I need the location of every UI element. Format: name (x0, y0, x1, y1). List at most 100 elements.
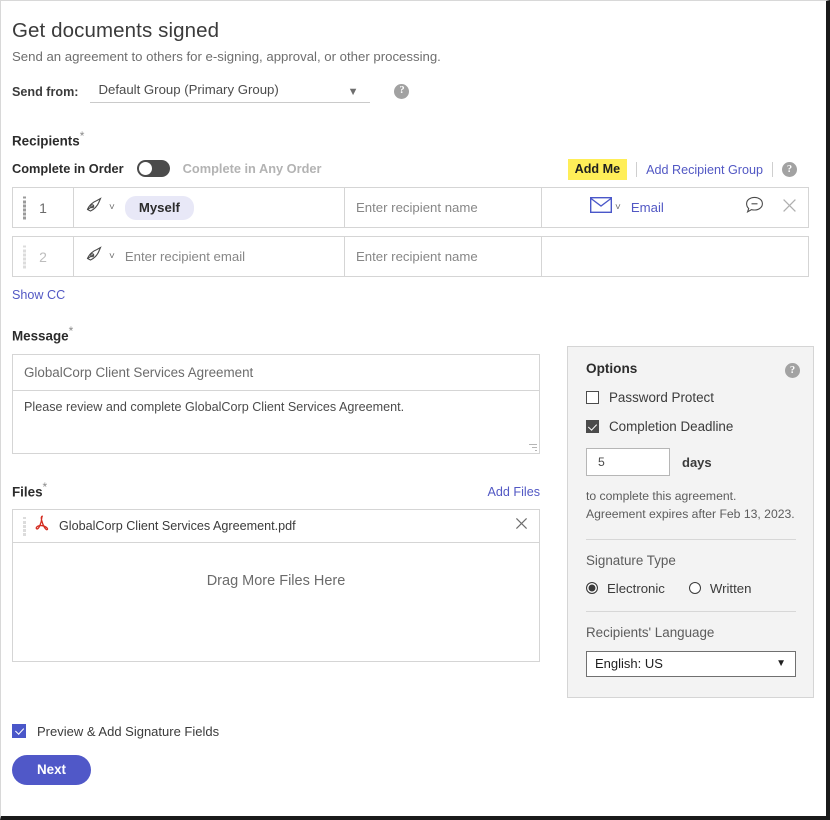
file-drop-zone[interactable]: Drag More Files Here (13, 543, 539, 661)
signature-type-radios: Electronic Written (586, 581, 796, 596)
completion-deadline-label: Completion Deadline (609, 419, 734, 435)
recipient-name-placeholder: Enter recipient name (356, 200, 478, 216)
table-row[interactable]: 1 ˅ Myself Enter recipient name ˅ Email (12, 187, 809, 229)
recipients-language-label: Recipients' Language (586, 624, 715, 640)
recipient-delivery-cell: ˅ Email (542, 188, 808, 227)
recipient-email-cell[interactable]: ˅ Myself (74, 188, 345, 228)
preview-fields-label: Preview & Add Signature Fields (37, 723, 220, 739)
deadline-note: to complete this agreement. Agreement ex… (586, 488, 796, 523)
speech-bubble-icon[interactable] (745, 196, 764, 219)
recipient-order-number: 1 (13, 188, 74, 228)
files-section-label: Files* (12, 480, 47, 499)
recipient-name-input[interactable]: Enter recipient name (345, 237, 542, 277)
show-cc-link[interactable]: Show CC (12, 288, 65, 302)
message-subject-input[interactable]: GlobalCorp Client Services Agreement (13, 355, 539, 391)
recipients-section-label: Recipients* (12, 129, 809, 148)
complete-order-toggle[interactable] (136, 160, 170, 178)
deadline-days-unit: days (682, 454, 712, 470)
add-files-link[interactable]: Add Files (488, 485, 541, 499)
row-number: 1 (39, 199, 47, 216)
left-column: Message* GlobalCorp Client Services Agre… (12, 324, 541, 663)
recipient-name-input[interactable]: Enter recipient name (345, 188, 542, 228)
complete-in-order-label: Complete in Order (12, 161, 124, 177)
send-from-row: Send from: Default Group (Primary Group)… (12, 80, 809, 103)
signature-type-electronic[interactable]: Electronic (586, 581, 665, 596)
signature-pen-icon[interactable] (85, 246, 104, 268)
recipient-email-cell[interactable]: ˅ Enter recipient email (74, 237, 345, 277)
help-icon[interactable]: ? (394, 84, 410, 99)
files-label-text: Files (12, 484, 43, 500)
radio-electronic-label: Electronic (607, 580, 665, 596)
body-columns: Message* GlobalCorp Client Services Agre… (12, 324, 814, 698)
complete-any-order-label: Complete in Any Order (182, 161, 322, 177)
divider (586, 610, 796, 612)
message-box: GlobalCorp Client Services Agreement Ple… (12, 353, 540, 454)
recipient-actions: Add Me Add Recipient Group ? (567, 159, 797, 181)
help-icon[interactable]: ? (785, 363, 800, 379)
message-label-text: Message (12, 328, 69, 344)
deadline-note-line1: to complete this agreement. (586, 489, 737, 504)
message-body-text: Please review and complete GlobalCorp Cl… (24, 399, 405, 414)
toggle-knob (138, 162, 152, 176)
recipient-email-value[interactable]: Myself (124, 195, 194, 220)
close-icon[interactable] (515, 517, 528, 535)
recipient-delivery-cell (542, 237, 808, 276)
completion-deadline-checkbox[interactable] (586, 420, 599, 434)
radio-written-label: Written (709, 580, 752, 596)
required-mark: * (68, 324, 74, 339)
chevron-down-icon[interactable]: ˅ (109, 251, 115, 262)
get-documents-signed-page: Get documents signed Send an agreement t… (1, 1, 823, 813)
signature-type-label: Signature Type (586, 552, 676, 568)
signature-type-written[interactable]: Written (688, 580, 752, 596)
recipient-row-actions (745, 196, 797, 219)
list-item[interactable]: GlobalCorp Client Services Agreement.pdf (13, 510, 539, 544)
file-name: GlobalCorp Client Services Agreement.pdf (59, 519, 296, 534)
radio-electronic[interactable] (586, 582, 598, 595)
required-mark: * (79, 129, 85, 143)
completion-deadline-option[interactable]: Completion Deadline (586, 419, 796, 434)
password-protect-checkbox[interactable] (586, 391, 599, 405)
options-title: Options (586, 361, 638, 377)
drag-handle-icon[interactable] (23, 245, 26, 269)
recipients-language-select[interactable]: English: US ▼ (586, 650, 796, 677)
preview-fields-checkbox[interactable] (12, 724, 26, 739)
recipient-order-number: 2 (13, 237, 74, 277)
drag-handle-icon[interactable] (23, 196, 26, 220)
preview-fields-row[interactable]: Preview & Add Signature Fields (12, 724, 809, 739)
deadline-note-line2: Agreement expires after Feb 13, 2023. (586, 507, 795, 522)
recipients-label-text: Recipients (12, 133, 80, 149)
chevron-down-icon[interactable]: ˅ (615, 202, 621, 213)
recipient-email-placeholder: Enter recipient email (124, 249, 246, 265)
row-number: 2 (39, 248, 47, 265)
resize-grip-icon[interactable] (528, 442, 537, 451)
help-icon[interactable]: ? (782, 162, 797, 178)
radio-written[interactable] (688, 582, 701, 595)
send-from-value: Default Group (Primary Group) (98, 82, 279, 97)
chevron-down-icon: ▼ (347, 86, 359, 98)
add-me-button[interactable]: Add Me (567, 159, 628, 181)
drag-handle-icon[interactable] (23, 516, 26, 536)
next-button[interactable]: Next (12, 754, 91, 785)
complete-order-row: Complete in Order Complete in Any Order … (12, 159, 809, 181)
divider (636, 162, 638, 178)
envelope-icon[interactable] (589, 197, 613, 218)
password-protect-label: Password Protect (609, 390, 714, 406)
send-from-select[interactable]: Default Group (Primary Group) ▼ (90, 80, 371, 103)
close-icon[interactable] (782, 198, 797, 218)
page-title: Get documents signed (12, 19, 220, 42)
message-body-textarea[interactable]: Please review and complete GlobalCorp Cl… (13, 391, 539, 453)
signature-pen-icon[interactable] (85, 197, 104, 219)
page-subtitle: Send an agreement to others for e-signin… (12, 49, 441, 64)
chevron-down-icon[interactable]: ˅ (109, 202, 115, 213)
recipients-table: 1 ˅ Myself Enter recipient name ˅ Email … (12, 187, 809, 278)
required-mark: * (42, 479, 48, 494)
table-row[interactable]: 2 ˅ Enter recipient email Enter recipien… (12, 236, 809, 278)
app-window: Get documents signed Send an agreement t… (0, 0, 830, 820)
password-protect-option[interactable]: Password Protect (586, 390, 796, 405)
deadline-days-row: 5 days (586, 448, 796, 477)
recipient-delivery-label[interactable]: Email (631, 200, 664, 215)
add-recipient-group-link[interactable]: Add Recipient Group (646, 163, 763, 177)
message-section-label: Message* (12, 324, 540, 343)
deadline-days-input[interactable]: 5 (586, 448, 670, 477)
send-from-label: Send from: (12, 84, 79, 99)
